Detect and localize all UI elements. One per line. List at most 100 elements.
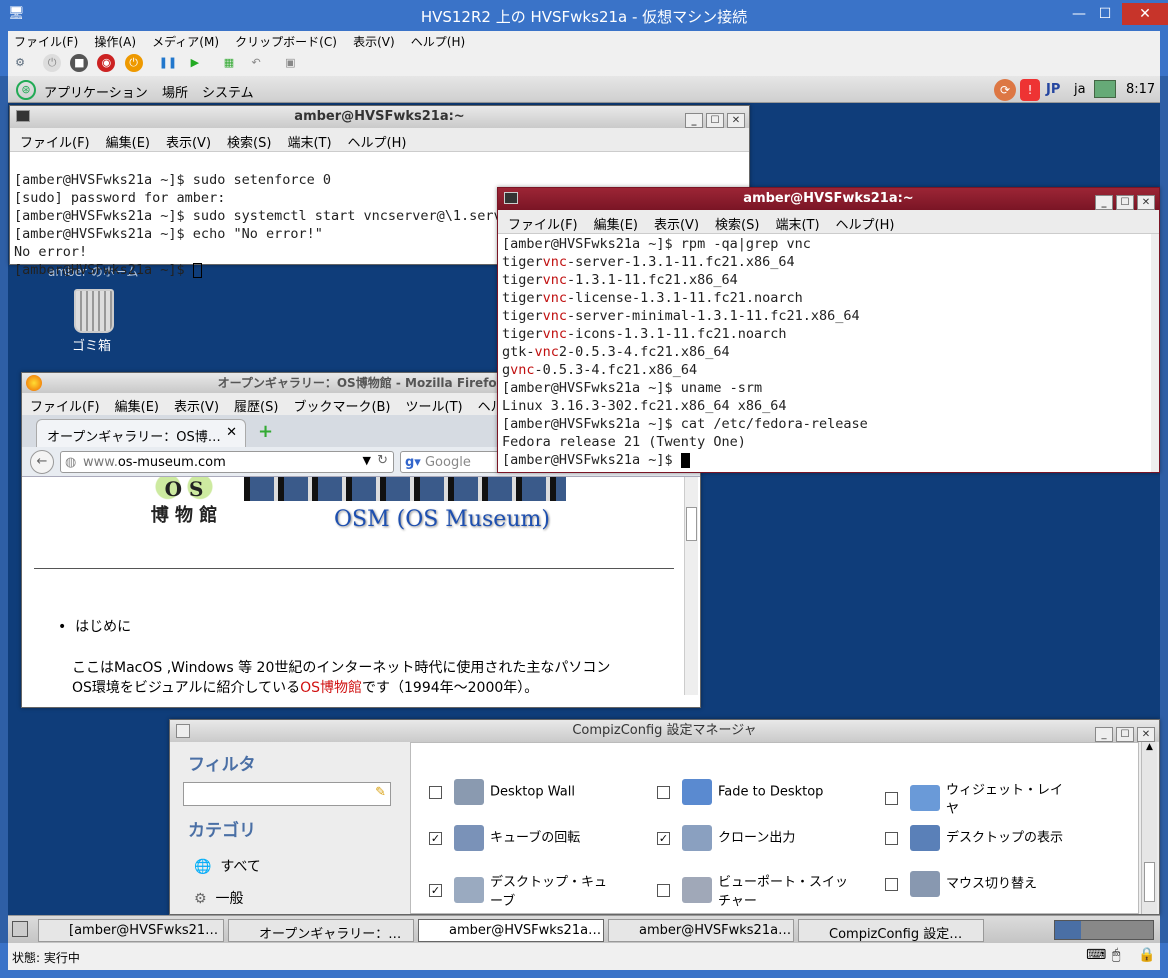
close-button[interactable]: ✕ [1137,727,1155,742]
checkbox[interactable]: ✓ [657,831,670,845]
menu-terminal[interactable]: 端末(T) [765,210,825,233]
keyboard-layout-indicator[interactable]: ja [1074,82,1086,97]
menu-view[interactable]: 表示(V) [156,128,217,151]
show-desktop-icon[interactable] [12,921,28,937]
os-museum-link[interactable]: OS博物館 [300,680,362,696]
menu-view[interactable]: 表示(V) [347,31,401,50]
shutdown-icon[interactable]: ◉ [97,54,116,72]
terminal-2-scrollbar[interactable] [1151,234,1159,472]
checkbox[interactable] [657,883,670,897]
trash-label[interactable]: ゴミ箱 [72,335,111,354]
input-method-indicator[interactable]: JP [1046,82,1060,97]
menu-help[interactable]: ヘルプ(H) [338,128,413,151]
terminal-2-output[interactable]: [amber@HVSFwks21a ~]$ rpm -qa|grep vnc ti… [498,234,1159,470]
panel-clock[interactable]: 8:17 [1126,82,1155,97]
close-button[interactable]: ✕ [1137,195,1155,210]
new-tab-icon[interactable]: + [258,421,273,442]
plugin-widget-layer[interactable]: ウィジェット・レイヤ [885,779,1075,817]
menu-file[interactable]: ファイル(F) [498,210,584,233]
taskbar-terminal-3[interactable]: amber@HVSFwks21a… [608,919,794,942]
compiz-titlebar[interactable]: CompizConfig 設定マネージャ _ ☐ ✕ [170,720,1159,742]
page-scrollbar[interactable] [684,477,698,695]
filter-input[interactable]: ✎ [183,782,391,806]
checkbox[interactable]: ✓ [429,831,442,845]
resume-icon[interactable]: ▶ [186,54,204,72]
menu-view[interactable]: 表示(V) [644,210,705,233]
menu-bookmarks[interactable]: ブックマーク(B) [285,393,397,415]
close-button[interactable]: ✕ [1122,3,1168,25]
plugin-viewport-switcher[interactable]: ビューポート・スイッチャー [657,871,848,909]
terminal-window-2[interactable]: amber@HVSFwks21a:~ _ ☐ ✕ ファイル(F) 編集(E) 表示(V)… [497,187,1160,473]
url-dropdown-icon[interactable]: ▼ [363,454,371,467]
close-button[interactable]: ✕ [727,113,745,128]
ctrl-alt-del-icon[interactable]: ⚙ [11,54,29,72]
network-icon[interactable] [1094,80,1116,98]
maximize-button[interactable]: ☐ [1116,195,1134,210]
plugin-show-desktop[interactable]: デスクトップの表示 [885,825,1063,861]
panel-system-menu[interactable]: システム [202,82,254,101]
compiz-window[interactable]: CompizConfig 設定マネージャ _ ☐ ✕ フィルタ ✎ カテゴリ 🌐 す… [169,719,1160,915]
menu-file[interactable]: ファイル(F) [22,393,107,415]
minimize-button[interactable]: _ [1095,727,1113,742]
tab-os-museum[interactable]: オープンギャラリー：OS博… ✕ [36,419,246,447]
category-general[interactable]: ⚙ 一般 [194,888,243,908]
menu-help[interactable]: ヘルプ(H) [405,31,471,50]
menu-help[interactable]: ヘルプ(H) [826,210,901,233]
pause-icon[interactable]: ❚❚ [159,54,177,72]
plugin-scrollbar[interactable]: ▲ [1141,742,1157,914]
revert-icon[interactable]: ↶ [247,54,265,72]
menu-terminal[interactable]: 端末(T) [277,128,337,151]
taskbar-terminal-1[interactable]: [amber@HVSFwks21… [38,919,224,942]
workspace-switcher[interactable] [1054,920,1154,940]
scrollbar-thumb[interactable] [1144,862,1155,902]
minimize-button[interactable]: _ [1095,195,1113,210]
enhanced-session-icon[interactable]: ▣ [281,54,299,72]
menu-search[interactable]: 検索(S) [217,128,277,151]
taskbar-compiz[interactable]: CompizConfig 設定… [798,919,984,942]
menu-edit[interactable]: 編集(E) [96,128,156,151]
panel-applications-menu[interactable]: アプリケーション [44,82,148,101]
plugin-mouse-switch[interactable]: マウス切り替え [885,871,1037,907]
scrollbar-thumb[interactable] [686,507,697,541]
plugin-desktop-cube[interactable]: ✓ デスクトップ・キューブ [429,871,610,909]
turn-off-icon[interactable]: ■ [70,54,89,72]
menu-edit[interactable]: 編集(E) [107,393,166,415]
save-icon[interactable]: ⏻ [124,54,143,72]
plugin-clone-output[interactable]: ✓ クローン出力 [657,825,795,861]
scroll-up-icon[interactable]: ▲ [1142,742,1157,752]
terminal-1-titlebar[interactable]: amber@HVSFwks21a:~ _ ☐ ✕ [10,106,749,128]
tab-close-icon[interactable]: ✕ [226,425,237,440]
plugin-rotate-cube[interactable]: ✓ キューブの回転 [429,825,580,861]
menu-media[interactable]: メディア(M) [146,31,225,50]
checkbox[interactable] [885,791,898,805]
taskbar-terminal-2[interactable]: amber@HVSFwks21a… [418,919,604,942]
maximize-button[interactable]: ☐ [706,113,724,128]
menu-tools[interactable]: ツール(T) [398,393,470,415]
menu-history[interactable]: 履歴(S) [226,393,285,415]
menu-action[interactable]: 操作(A) [88,31,142,50]
maximize-button[interactable]: ☐ [1116,727,1134,742]
checkbox[interactable] [429,785,442,799]
menu-edit[interactable]: 編集(E) [584,210,644,233]
checkbox[interactable]: ✓ [429,883,442,897]
clear-filter-icon[interactable]: ✎ [375,785,386,800]
taskbar-firefox[interactable]: オープンギャラリー：… [228,919,414,942]
menu-view[interactable]: 表示(V) [166,393,226,415]
checkpoint-icon[interactable]: ▦ [220,54,238,72]
terminal-2-titlebar[interactable]: amber@HVSFwks21a:~ _ ☐ ✕ [498,188,1159,210]
start-icon[interactable]: ⏻ [43,54,62,72]
menu-file[interactable]: ファイル(F) [10,128,96,151]
minimize-button[interactable]: _ [685,113,703,128]
checkbox[interactable] [885,877,898,891]
maximize-button[interactable]: ☐ [1090,3,1120,25]
workspace-active[interactable] [1055,921,1081,939]
url-bar[interactable]: ◍ www.os-museum.com ▼ ↻ [60,451,394,473]
menu-file[interactable]: ファイル(F) [8,31,84,50]
panel-places-menu[interactable]: 場所 [162,82,188,101]
reload-icon[interactable]: ↻ [377,453,388,468]
update-notify-icon[interactable]: ⟳ [994,79,1016,101]
checkbox[interactable] [657,785,670,799]
menu-clipboard[interactable]: クリップボード(C) [229,31,343,50]
alert-icon[interactable]: ! [1020,79,1040,101]
plugin-desktop-wall[interactable]: Desktop Wall [429,779,575,815]
